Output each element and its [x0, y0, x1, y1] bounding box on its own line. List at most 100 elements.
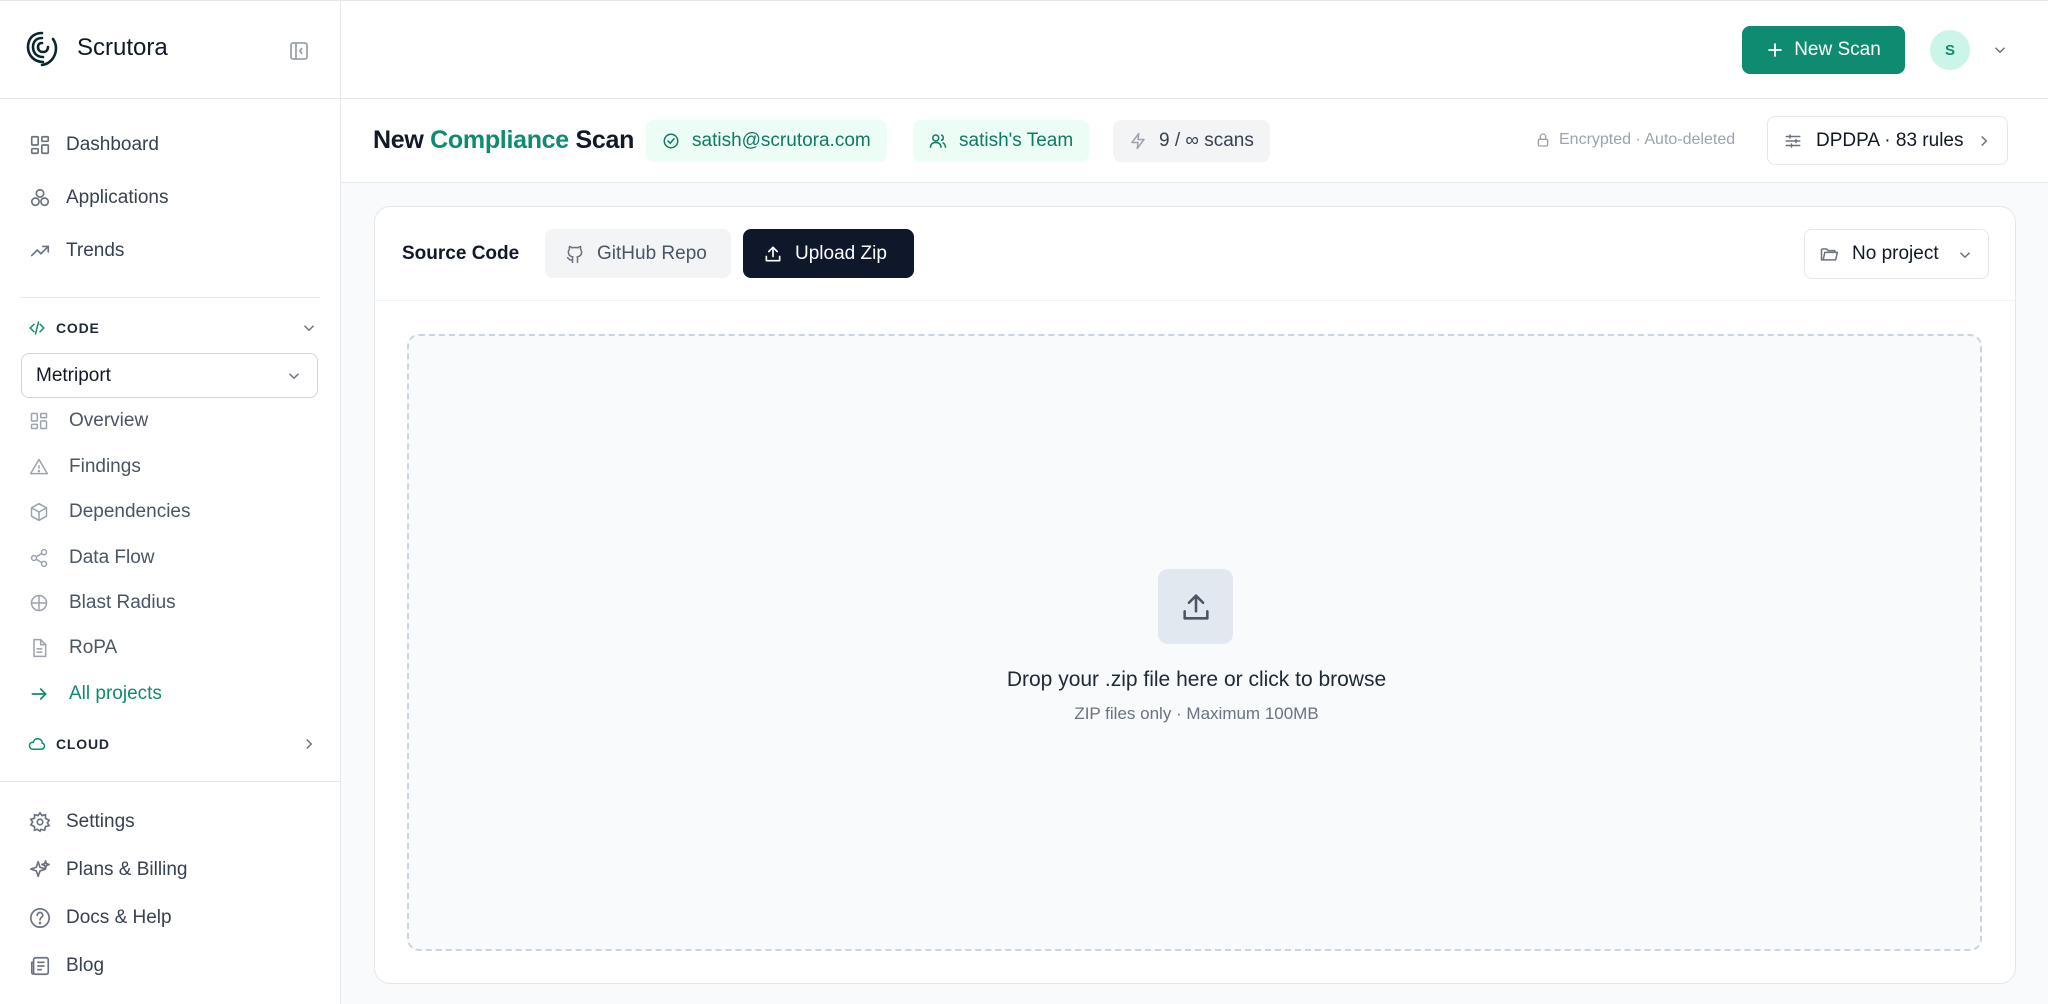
security-note: Encrypted · Auto-deleted [1535, 131, 1735, 149]
sidebar-item-all-projects[interactable]: All projects [28, 676, 318, 712]
plus-icon [1766, 41, 1784, 59]
zip-dropzone[interactable]: Drop your .zip file here or click to bro… [407, 334, 1982, 951]
sidebar-item-label: Plans & Billing [66, 859, 188, 880]
sidebar-collapse-icon[interactable] [287, 39, 311, 63]
project-dropdown-value: No project [1852, 243, 1939, 264]
sidebar-item-docs-help[interactable]: Docs & Help [20, 898, 320, 938]
source-toolbar: Source Code GitHub Repo Upload Zip No pr… [375, 207, 2015, 301]
chevron-right-icon [300, 735, 318, 753]
arrow-right-icon [28, 683, 50, 705]
team-name: satish's Team [959, 130, 1074, 151]
sidebar-item-settings[interactable]: Settings [20, 802, 320, 842]
sidebar-item-label: All projects [69, 683, 162, 704]
scan-header: New Compliance Scan satish@scrutora.com … [341, 99, 2048, 183]
sidebar-item-blast-radius[interactable]: Blast Radius [28, 585, 318, 621]
upload-icon [1158, 569, 1233, 644]
sidebar-item-dashboard[interactable]: Dashboard [20, 125, 320, 165]
applications-icon [28, 186, 52, 210]
dropzone-subtitle: ZIP files only · Maximum 100MB [1074, 704, 1319, 723]
app-screen: Scrutora Dashboard Applications Trends C… [0, 0, 2048, 1004]
sliders-icon [1784, 132, 1802, 150]
chevron-down-icon [300, 319, 318, 337]
brand-name: Scrutora [77, 34, 168, 61]
document-icon [28, 637, 50, 659]
crosshair-icon [28, 592, 50, 614]
sidebar-item-data-flow[interactable]: Data Flow [28, 540, 318, 576]
trends-icon [28, 239, 52, 263]
tab-github-label: GitHub Repo [597, 242, 707, 264]
brand-header: Scrutora [0, 1, 340, 99]
sparkles-icon [28, 858, 52, 882]
sidebar-item-findings[interactable]: Findings [28, 449, 318, 485]
chevron-down-icon[interactable] [1991, 41, 2009, 59]
project-selector[interactable]: Metriport [21, 353, 318, 398]
top-bar: New Scan S [341, 1, 2048, 99]
sidebar-item-label: Dependencies [69, 501, 191, 522]
title-prefix: New [373, 126, 424, 154]
github-icon [565, 244, 585, 264]
cloud-section-label: CLOUD [56, 736, 110, 752]
code-section-label: CODE [56, 320, 100, 336]
gear-icon [28, 810, 52, 834]
users-icon [929, 132, 947, 150]
sidebar-item-label: Data Flow [69, 547, 155, 568]
upload-card: Source Code GitHub Repo Upload Zip No pr… [374, 206, 2016, 984]
cloud-icon [28, 735, 46, 753]
folder-icon [1819, 244, 1839, 264]
code-section-header[interactable]: CODE [28, 316, 318, 340]
package-icon [28, 501, 50, 523]
dropzone-title: Drop your .zip file here or click to bro… [1006, 668, 1387, 691]
chevron-down-icon [285, 367, 303, 385]
avatar[interactable]: S [1930, 30, 1970, 70]
chevron-right-icon [1975, 132, 1993, 150]
sidebar-item-overview[interactable]: Overview [28, 403, 318, 439]
sidebar-item-trends[interactable]: Trends [20, 231, 320, 271]
sidebar-item-label: RoPA [69, 637, 118, 658]
page-title: New Compliance Scan [373, 126, 634, 155]
tab-upload-label: Upload Zip [795, 242, 887, 264]
new-scan-button[interactable]: New Scan [1742, 26, 1905, 74]
sidebar-item-applications[interactable]: Applications [20, 178, 320, 218]
overview-icon [28, 410, 50, 432]
new-scan-label: New Scan [1794, 39, 1881, 60]
dashboard-icon [28, 133, 52, 157]
tab-upload-zip[interactable]: Upload Zip [743, 229, 914, 278]
sidebar-item-dependencies[interactable]: Dependencies [28, 494, 318, 530]
source-code-label: Source Code [402, 243, 520, 264]
newspaper-icon [28, 954, 52, 978]
title-suffix: Scan [575, 126, 635, 154]
team-badge[interactable]: satish's Team [913, 120, 1090, 162]
sidebar-divider [0, 781, 340, 782]
sidebar-item-label: Blast Radius [69, 592, 176, 613]
project-dropdown[interactable]: No project [1804, 229, 1989, 279]
scrutora-logo-icon[interactable] [24, 29, 60, 69]
sidebar-item-label: Dashboard [66, 134, 159, 155]
sidebar-item-blog[interactable]: Blog [20, 946, 320, 986]
code-icon [28, 319, 46, 337]
ruleset-selector[interactable]: DPDPA · 83 rules [1767, 116, 2008, 165]
lock-icon [1535, 132, 1551, 148]
sidebar-item-ropa[interactable]: RoPA [28, 630, 318, 666]
account-email: satish@scrutora.com [692, 130, 871, 151]
title-accent: Compliance [430, 126, 569, 154]
lightning-icon [1129, 132, 1147, 150]
security-note-text: Encrypted · Auto-deleted [1559, 131, 1736, 148]
share-icon [28, 547, 50, 569]
cloud-section-header[interactable]: CLOUD [28, 732, 318, 756]
scan-quota-badge: 9 / ∞ scans [1113, 120, 1270, 162]
sidebar-item-label: Settings [66, 811, 135, 832]
scan-quota: 9 / ∞ scans [1159, 130, 1254, 151]
project-selector-value: Metriport [36, 364, 111, 386]
sidebar-item-plans-billing[interactable]: Plans & Billing [20, 850, 320, 890]
tab-github-repo[interactable]: GitHub Repo [545, 229, 731, 278]
check-circle-icon [662, 132, 680, 150]
sidebar-item-label: Blog [66, 955, 105, 976]
upload-icon [763, 244, 783, 264]
ruleset-label: DPDPA · 83 rules [1816, 129, 1964, 151]
warning-icon [28, 456, 50, 478]
sidebar-item-label: Trends [66, 240, 125, 261]
sidebar-item-label: Findings [69, 456, 141, 477]
sidebar-item-label: Docs & Help [66, 907, 172, 928]
sidebar-item-label: Overview [69, 410, 149, 431]
account-email-badge: satish@scrutora.com [646, 120, 887, 162]
